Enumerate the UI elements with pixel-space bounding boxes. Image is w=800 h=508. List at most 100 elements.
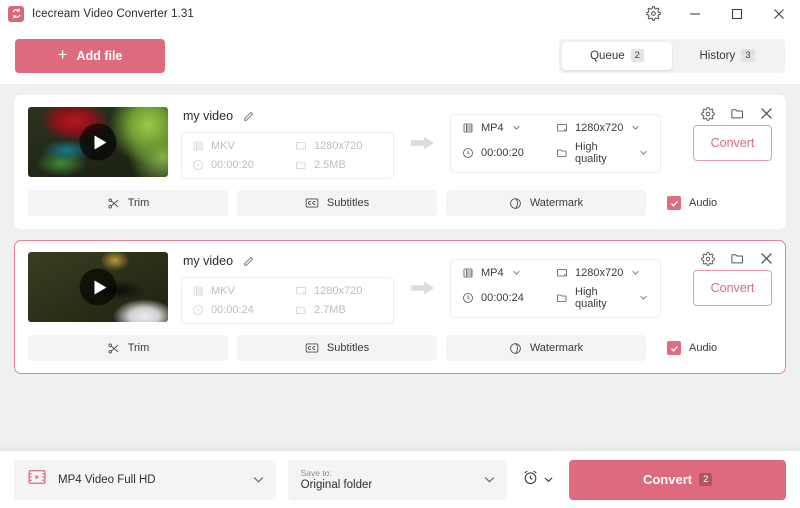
play-icon[interactable] bbox=[79, 123, 117, 161]
save-to-texts: Save to: Original folder bbox=[301, 468, 373, 491]
monitor-icon bbox=[295, 140, 307, 152]
output-format[interactable]: MP4 bbox=[462, 267, 556, 279]
cc-icon bbox=[305, 197, 319, 209]
conversion-arrow-icon bbox=[411, 280, 435, 296]
film-icon bbox=[462, 122, 474, 134]
card-convert-label: Convert bbox=[710, 281, 755, 295]
output-resolution-value: 1280x720 bbox=[575, 121, 624, 134]
conversion-arrow-icon bbox=[411, 135, 435, 151]
source-duration: 00:00:20 bbox=[192, 159, 295, 171]
source-size: 2.7MB bbox=[295, 304, 383, 316]
audio-label: Audio bbox=[689, 197, 718, 209]
watermark-icon bbox=[509, 342, 522, 355]
app-logo-icon bbox=[8, 5, 24, 22]
source-resolution-value: 1280x720 bbox=[314, 140, 363, 152]
queue-item-card[interactable]: my video bbox=[14, 240, 786, 374]
tab-history[interactable]: History 3 bbox=[672, 42, 782, 70]
source-format-value: MKV bbox=[211, 285, 235, 297]
plus-icon: + bbox=[57, 45, 68, 64]
scissors-icon bbox=[107, 197, 120, 210]
source-size-value: 2.5MB bbox=[314, 159, 346, 171]
save-to-value: Original folder bbox=[300, 479, 373, 491]
settings-gear-icon[interactable] bbox=[632, 0, 674, 27]
app-window: Icecream Video Converter 1.31 + Add file… bbox=[0, 0, 800, 508]
output-preset-select[interactable]: MP4 Video Full HD bbox=[14, 459, 276, 500]
source-info-box: MKV 1280x720 bbox=[181, 277, 394, 324]
add-file-button[interactable]: + Add file bbox=[15, 38, 165, 73]
subtitles-button[interactable]: Subtitles bbox=[237, 335, 437, 361]
monitor-icon bbox=[556, 122, 568, 134]
close-icon[interactable] bbox=[758, 0, 800, 27]
card-remove-close-icon[interactable] bbox=[760, 107, 773, 120]
maximize-icon[interactable] bbox=[716, 0, 758, 27]
chevron-down-icon bbox=[512, 268, 521, 277]
source-info-box: MKV 1280x720 bbox=[181, 132, 394, 179]
source-meta: my video bbox=[181, 107, 394, 179]
save-to-select[interactable]: Save to: Original folder bbox=[287, 459, 508, 500]
rename-pencil-icon[interactable] bbox=[242, 255, 255, 268]
subtitles-label: Subtitles bbox=[326, 342, 370, 354]
folder-icon bbox=[556, 292, 568, 304]
source-meta: my video bbox=[181, 252, 394, 324]
chevron-down-icon bbox=[639, 148, 648, 157]
clock-icon bbox=[462, 147, 474, 159]
monitor-icon bbox=[556, 267, 568, 279]
output-duration: 00:00:20 bbox=[462, 141, 556, 165]
output-quality[interactable]: High quality bbox=[556, 141, 648, 165]
subtitles-label: Subtitles bbox=[326, 197, 370, 209]
card-settings-gear-icon[interactable] bbox=[701, 106, 715, 121]
watermark-label: Watermark bbox=[529, 342, 584, 354]
output-format-value: MP4 bbox=[481, 121, 504, 134]
file-name: my video bbox=[183, 109, 234, 123]
output-format[interactable]: MP4 bbox=[462, 122, 556, 134]
video-thumbnail[interactable] bbox=[28, 107, 168, 177]
audio-toggle[interactable]: Audio bbox=[655, 196, 772, 210]
card-folder-open-icon[interactable] bbox=[730, 251, 745, 266]
folder-icon bbox=[295, 304, 307, 316]
file-name: my video bbox=[183, 254, 234, 268]
output-duration-value: 00:00:24 bbox=[481, 291, 524, 304]
chevron-down-icon bbox=[639, 293, 648, 302]
tab-queue[interactable]: Queue 2 bbox=[562, 41, 672, 70]
convert-all-button[interactable]: Convert 2 bbox=[569, 459, 787, 500]
save-to-caption: Save to: bbox=[300, 468, 332, 478]
video-thumbnail[interactable] bbox=[28, 252, 168, 322]
card-convert-button[interactable]: Convert bbox=[693, 125, 772, 161]
source-resolution: 1280x720 bbox=[295, 285, 383, 297]
card-folder-open-icon[interactable] bbox=[730, 106, 745, 121]
watermark-button[interactable]: Watermark bbox=[446, 335, 646, 361]
timer-options[interactable] bbox=[519, 469, 557, 491]
tab-queue-label: Queue bbox=[590, 49, 625, 62]
audio-toggle[interactable]: Audio bbox=[655, 341, 772, 355]
file-name-row: my video bbox=[181, 254, 394, 268]
minimize-icon[interactable] bbox=[674, 0, 716, 27]
rename-pencil-icon[interactable] bbox=[242, 110, 255, 123]
card-settings-gear-icon[interactable] bbox=[701, 251, 715, 266]
output-duration-value: 00:00:20 bbox=[481, 146, 524, 159]
output-format-value: MP4 bbox=[481, 266, 504, 279]
alarm-clock-icon bbox=[522, 469, 539, 491]
output-resolution[interactable]: 1280x720 bbox=[556, 267, 648, 279]
cc-icon bbox=[305, 342, 319, 354]
card-convert-button[interactable]: Convert bbox=[693, 270, 772, 306]
output-resolution[interactable]: 1280x720 bbox=[556, 122, 648, 134]
watermark-button[interactable]: Watermark bbox=[446, 190, 646, 216]
card-icons bbox=[701, 251, 773, 266]
app-title: Icecream Video Converter 1.31 bbox=[32, 7, 194, 20]
window-controls bbox=[632, 0, 800, 27]
trim-button[interactable]: Trim bbox=[28, 190, 228, 216]
trim-button[interactable]: Trim bbox=[28, 335, 228, 361]
play-icon[interactable] bbox=[79, 268, 117, 306]
queue-item-card[interactable]: my video bbox=[14, 95, 786, 229]
source-format: MKV bbox=[192, 140, 295, 152]
card-main-row: my video bbox=[28, 252, 772, 324]
film-icon bbox=[192, 285, 204, 297]
audio-checkbox-icon[interactable] bbox=[667, 341, 681, 355]
scissors-icon bbox=[107, 342, 120, 355]
audio-checkbox-icon[interactable] bbox=[667, 196, 681, 210]
video-preset-icon bbox=[27, 467, 47, 492]
chevron-down-icon bbox=[543, 474, 554, 485]
card-remove-close-icon[interactable] bbox=[760, 252, 773, 265]
output-quality[interactable]: High quality bbox=[556, 286, 648, 310]
subtitles-button[interactable]: Subtitles bbox=[237, 190, 437, 216]
